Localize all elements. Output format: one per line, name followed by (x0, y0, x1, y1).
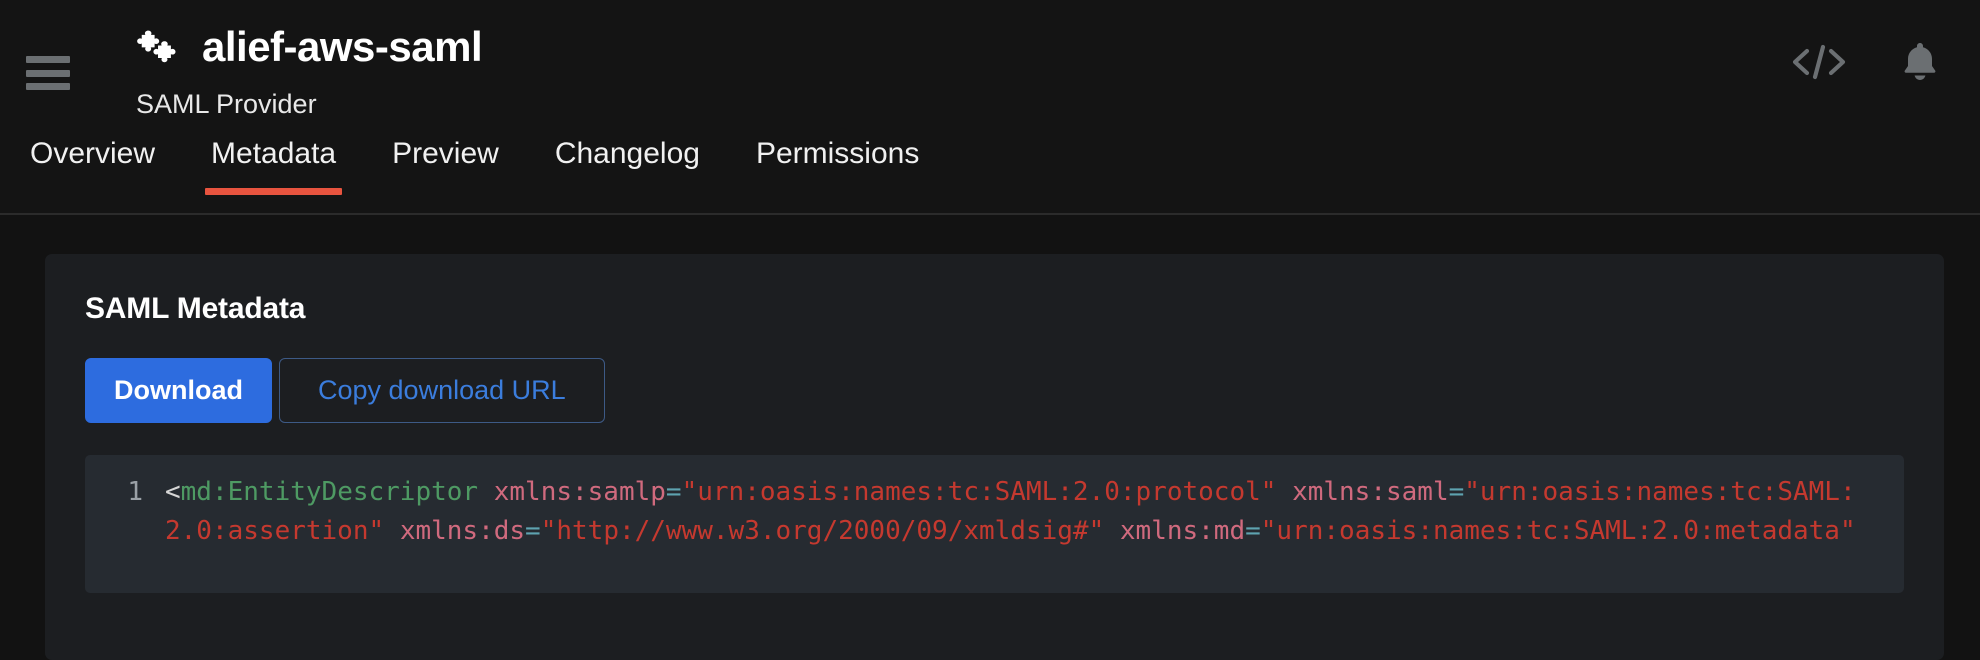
page-subtitle: SAML Provider (136, 89, 317, 119)
code-token-eq: = (525, 516, 541, 546)
code-content: <md:EntityDescriptor xmlns:samlp="urn:oa… (143, 473, 1904, 551)
tab-overview[interactable]: Overview (26, 129, 183, 193)
title-row: alief-aws-saml (134, 14, 483, 80)
code-token-punct (1104, 516, 1120, 546)
download-button[interactable]: Download (85, 358, 272, 423)
app-header: alief-aws-saml SAML Provider Overview Me… (0, 0, 1980, 215)
header-actions (1790, 40, 1940, 84)
code-token-str: "http://www.w3.org/2000/09/xmldsig#" (540, 516, 1105, 546)
code-token-attr: xmlns:samlp (493, 477, 666, 507)
tab-bar: Overview Metadata Preview Changelog Perm… (0, 129, 1980, 215)
bell-icon[interactable] (1900, 40, 1940, 84)
tab-metadata[interactable]: Metadata (183, 129, 364, 195)
page-title: alief-aws-saml (202, 23, 483, 70)
metadata-actions: Download Copy download URL (85, 358, 1904, 423)
code-token-str: "urn:oasis:names:tc:SAML:2.0:protocol" (681, 477, 1277, 507)
code-token-tag: md:EntityDescriptor (180, 477, 479, 507)
main-content: SAML Metadata Download Copy download URL… (0, 254, 1980, 660)
hamburger-menu-icon[interactable] (26, 56, 70, 90)
tab-label: Permissions (755, 137, 920, 170)
copy-download-url-button[interactable]: Copy download URL (279, 358, 605, 423)
code-token-punct: < (165, 477, 181, 507)
code-token-attr: xmlns:md (1119, 516, 1246, 546)
tab-permissions[interactable]: Permissions (728, 129, 947, 193)
code-token-attr: xmlns:ds (399, 516, 526, 546)
tab-preview[interactable]: Preview (364, 129, 527, 193)
tab-changelog[interactable]: Changelog (527, 129, 728, 193)
tab-label: Metadata (211, 137, 337, 170)
code-token-eq: = (665, 477, 682, 507)
hamburger-bar (26, 69, 70, 77)
code-token-eq: = (1448, 477, 1465, 507)
code-icon[interactable] (1790, 42, 1848, 82)
saml-metadata-card: SAML Metadata Download Copy download URL… (45, 254, 1944, 660)
tab-label: Overview (30, 137, 156, 170)
code-inner: 1 <md:EntityDescriptor xmlns:samlp="urn:… (85, 473, 1904, 551)
code-token-punct (384, 516, 400, 546)
puzzle-piece-icon (137, 30, 176, 63)
hamburger-bar (26, 83, 70, 90)
code-token-str: "urn:oasis:names:tc:SAML:2.0:metadata" (1260, 516, 1856, 546)
title-block: alief-aws-saml SAML Provider (134, 14, 483, 120)
code-token-punct (478, 477, 494, 507)
code-token-punct (1276, 477, 1292, 507)
code-token-eq: = (1245, 516, 1261, 546)
tab-label: Preview (392, 137, 499, 170)
code-line-number: 1 (127, 477, 143, 507)
metadata-code-block[interactable]: 1 <md:EntityDescriptor xmlns:samlp="urn:… (85, 455, 1904, 593)
card-title: SAML Metadata (85, 292, 306, 325)
code-token-attr: xmlns:saml (1292, 477, 1449, 507)
tab-label: Changelog (554, 137, 700, 170)
hamburger-bar (26, 56, 70, 63)
